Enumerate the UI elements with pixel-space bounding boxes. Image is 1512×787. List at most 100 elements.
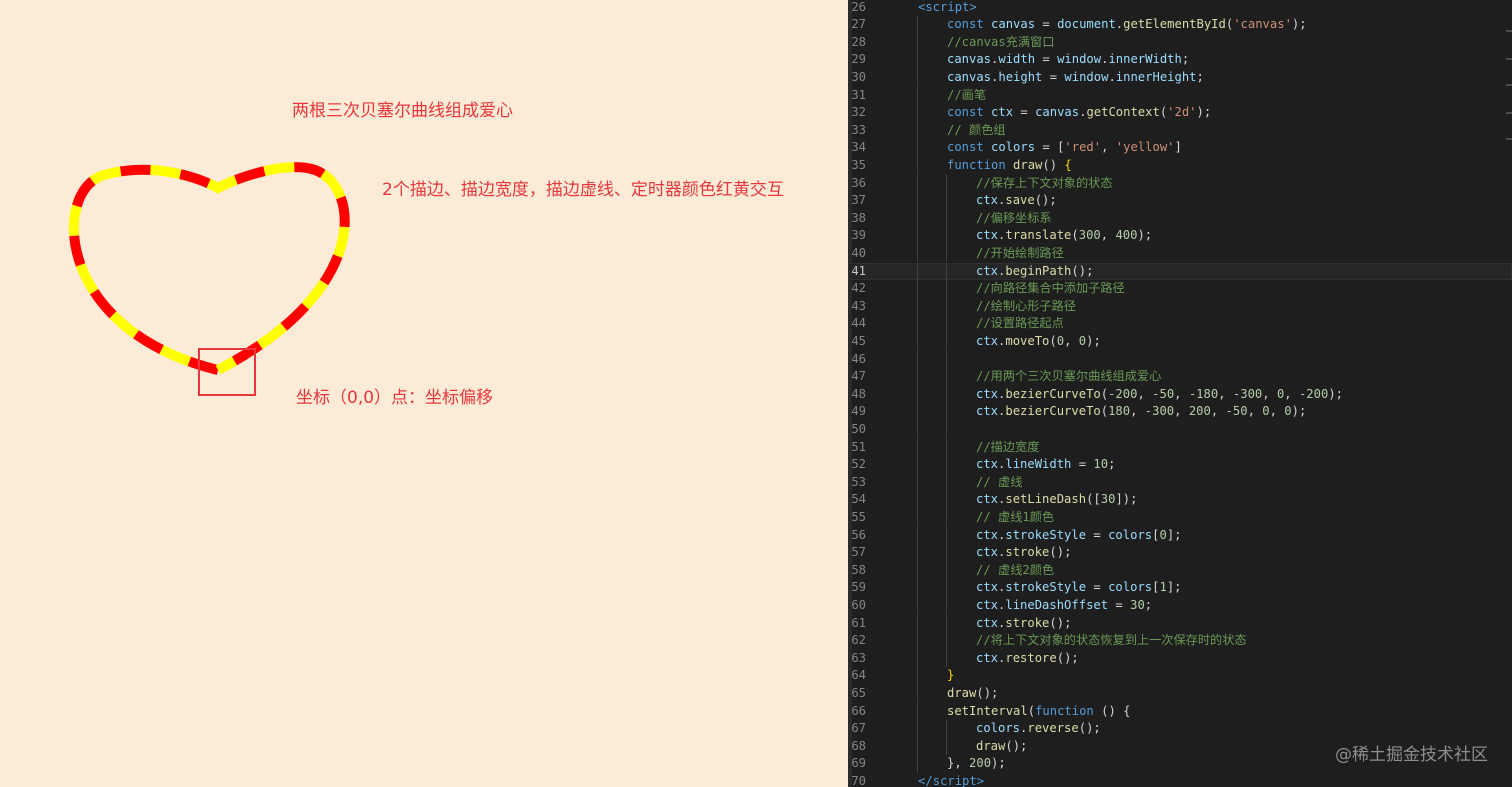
- code-token: bezierCurveTo: [1005, 404, 1101, 419]
- code-line[interactable]: 56 ctx.strokeStyle = colors[0];: [848, 526, 1512, 545]
- code-line[interactable]: 36 //保存上下文对象的状态: [848, 174, 1512, 193]
- code-line[interactable]: 55 // 虚线1颜色: [848, 508, 1512, 527]
- code-text: //canvas充满窗口: [947, 34, 1054, 52]
- indent-guide: [917, 737, 918, 756]
- code-token: ];: [1166, 580, 1182, 595]
- indent-guide: [917, 227, 918, 245]
- code-token: 30: [1100, 492, 1116, 507]
- code-line[interactable]: 52 ctx.lineWidth = 10;: [848, 456, 1512, 474]
- code-line[interactable]: 62 //将上下文对象的状态恢复到上一次保存时的状态: [848, 632, 1512, 650]
- code-token: ,: [1247, 404, 1263, 419]
- code-line[interactable]: 63 ctx.restore();: [848, 649, 1512, 668]
- indent-guide: [917, 508, 918, 527]
- code-token: </: [918, 773, 933, 787]
- indent-guide: [946, 244, 947, 263]
- code-token: ctx: [991, 105, 1014, 120]
- code-line[interactable]: 29 canvas.width = window.innerWidth;: [848, 51, 1512, 69]
- code-token: ctx: [976, 263, 999, 278]
- code-line[interactable]: 28 //canvas充满窗口: [848, 33, 1512, 52]
- indent-guide: [917, 702, 918, 721]
- line-number: 55: [851, 509, 866, 524]
- code-line[interactable]: 46: [848, 350, 1512, 369]
- code-line[interactable]: 54 ctx.setLineDash([30]);: [848, 491, 1512, 509]
- code-token: getElementById: [1123, 17, 1226, 32]
- code-line[interactable]: 53 // 虚线: [848, 473, 1512, 492]
- code-token: ,: [1137, 386, 1153, 401]
- code-token: =: [1086, 580, 1109, 595]
- code-token: lineWidth: [1005, 457, 1072, 472]
- indent-guide: [946, 332, 947, 351]
- code-line[interactable]: 26 <script>: [848, 0, 1512, 16]
- indent-guide: [917, 561, 918, 580]
- indent-guide: [917, 121, 918, 140]
- code-token: // 虚线: [976, 474, 1023, 489]
- code-line[interactable]: 31 //画笔: [848, 86, 1512, 105]
- code-token: ctx: [976, 193, 999, 208]
- code-line[interactable]: 30 canvas.height = window.innerHeight;: [848, 68, 1512, 87]
- indent-guide: [917, 174, 918, 193]
- code-line[interactable]: 66 setInterval(function () {: [848, 702, 1512, 721]
- code-line[interactable]: 58 // 虚线2颜色: [848, 561, 1512, 580]
- code-token: canvas: [947, 52, 992, 67]
- minimap-mark: [1506, 112, 1512, 114]
- code-line[interactable]: 44 //设置路径起点: [848, 315, 1512, 333]
- indent-guide: [917, 86, 918, 105]
- code-line[interactable]: 60 ctx.lineDashOffset = 30;: [848, 596, 1512, 615]
- code-text: ctx.translate(300, 400);: [976, 227, 1152, 245]
- line-number: 59: [851, 580, 866, 595]
- code-line[interactable]: 50: [848, 420, 1512, 439]
- code-line[interactable]: 38 //偏移坐标系: [848, 209, 1512, 228]
- indent-guide: [946, 632, 947, 650]
- code-line[interactable]: 70 </script>: [848, 773, 1512, 787]
- line-number: 70: [851, 773, 866, 787]
- code-token: ];: [1166, 527, 1182, 542]
- code-token: //将上下文对象的状态恢复到上一次保存时的状态: [976, 633, 1247, 648]
- indent-guide: [946, 403, 947, 421]
- code-line[interactable]: 65 draw();: [848, 684, 1512, 703]
- code-line[interactable]: 42 //向路径集合中添加子路径: [848, 280, 1512, 298]
- indent-guide: [946, 420, 947, 439]
- indent-guide: [917, 579, 918, 597]
- code-line[interactable]: 48 ctx.bezierCurveTo(-200, -50, -180, -30…: [848, 385, 1512, 404]
- code-line[interactable]: 40 //开始绘制路径: [848, 244, 1512, 263]
- code-line[interactable]: 61 ctx.stroke();: [848, 614, 1512, 633]
- line-number: 57: [851, 545, 866, 560]
- code-line[interactable]: 59 ctx.strokeStyle = colors[1];: [848, 579, 1512, 597]
- code-token: = [: [1035, 140, 1065, 155]
- code-token: (: [1049, 333, 1057, 348]
- code-line[interactable]: 67 colors.reverse();: [848, 720, 1512, 738]
- line-number: 53: [851, 474, 866, 489]
- code-line[interactable]: 39 ctx.translate(300, 400);: [848, 227, 1512, 245]
- code-text: draw();: [976, 738, 1027, 756]
- indent-guide: [946, 473, 947, 492]
- line-number: 28: [851, 34, 866, 49]
- code-line[interactable]: 33 // 颜色组: [848, 121, 1512, 140]
- code-line[interactable]: 45 ctx.moveTo(0, 0);: [848, 332, 1512, 351]
- origin-annotation: 坐标（0,0）点：坐标偏移: [296, 388, 494, 408]
- line-number: 58: [851, 562, 866, 577]
- code-token: colors: [991, 140, 1036, 155]
- code-line[interactable]: 49 ctx.bezierCurveTo(180, -300, 200, -50,…: [848, 403, 1512, 421]
- code-token: ,: [1064, 333, 1079, 348]
- line-number: 50: [851, 421, 866, 436]
- code-text: <script>: [918, 0, 977, 16]
- code-line[interactable]: 37 ctx.save();: [848, 192, 1512, 210]
- code-text: //绘制心形子路径: [976, 298, 1076, 316]
- code-line[interactable]: 57 ctx.stroke();: [848, 544, 1512, 562]
- code-token: ctx: [976, 597, 999, 612]
- code-line[interactable]: 43 //绘制心形子路径: [848, 297, 1512, 316]
- code-line[interactable]: 32 const ctx = canvas.getContext('2d');: [848, 104, 1512, 122]
- code-token: save: [1005, 193, 1035, 208]
- code-editor[interactable]: 26 <script> 27 const canvas = document.getE…: [848, 0, 1512, 787]
- code-line[interactable]: 27 const canvas = document.getElementById…: [848, 16, 1512, 34]
- code-token: ,: [1130, 404, 1145, 419]
- code-token: =: [1013, 105, 1036, 120]
- code-token: stroke: [1005, 615, 1050, 630]
- code-line[interactable]: 64}: [848, 667, 1512, 685]
- editor-minimap[interactable]: [1504, 0, 1512, 787]
- code-line[interactable]: 34 const colors = ['red', 'yellow']: [848, 139, 1512, 157]
- code-line[interactable]: 35 function draw() {: [848, 156, 1512, 175]
- code-line[interactable]: 47 //用两个三次贝塞尔曲线组成爱心: [848, 368, 1512, 386]
- code-line[interactable]: 51 //描边宽度: [848, 438, 1512, 457]
- code-line[interactable]: 41 ctx.beginPath();: [848, 262, 1512, 281]
